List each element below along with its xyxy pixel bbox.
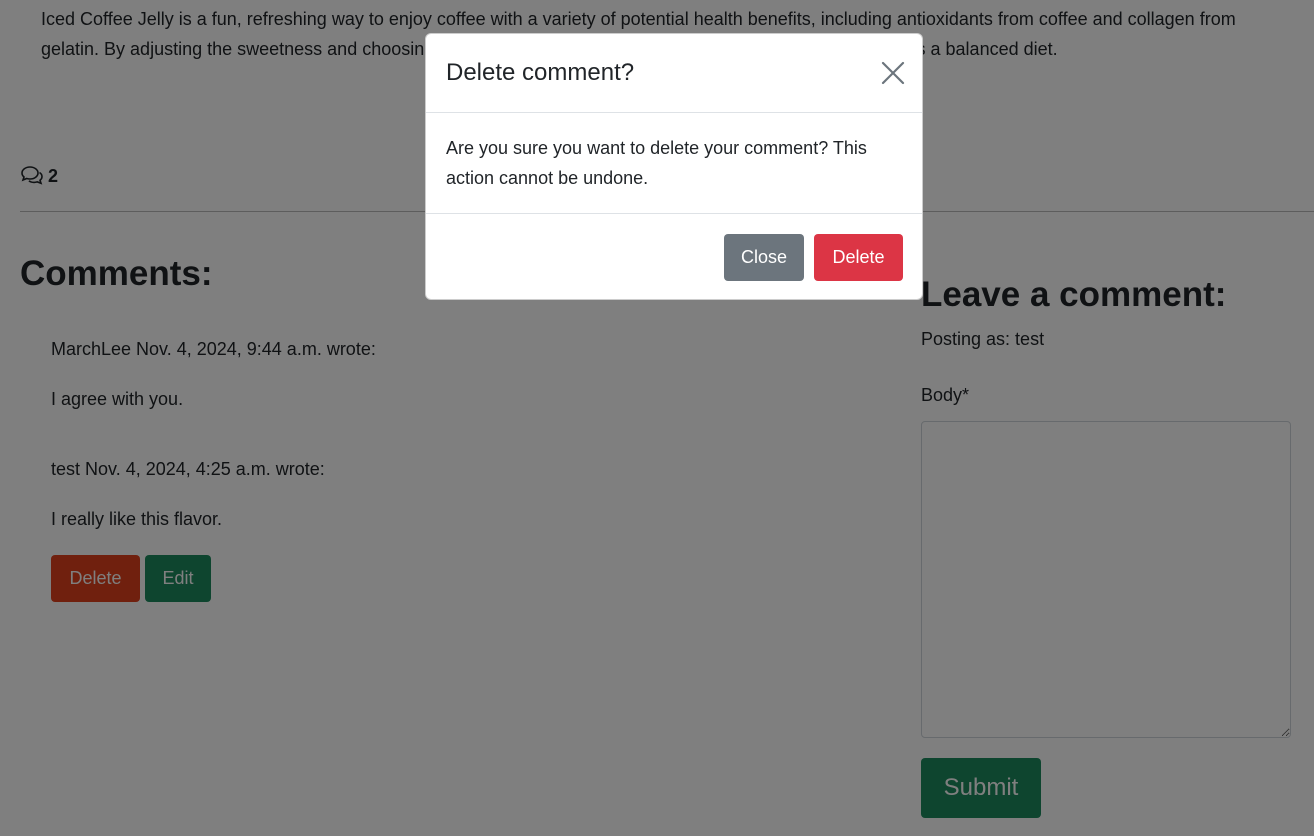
modal-body: Are you sure you want to delete your com… [426, 113, 922, 214]
modal-close-action-button[interactable]: Close [724, 234, 804, 281]
close-icon [881, 61, 905, 85]
modal-footer: Close Delete [426, 214, 922, 300]
delete-comment-modal: Delete comment? Are you sure you want to… [425, 33, 923, 300]
modal-close-button[interactable] [880, 60, 906, 86]
modal-header: Delete comment? [426, 34, 922, 113]
modal-delete-button[interactable]: Delete [814, 234, 903, 281]
modal-title: Delete comment? [446, 59, 635, 86]
